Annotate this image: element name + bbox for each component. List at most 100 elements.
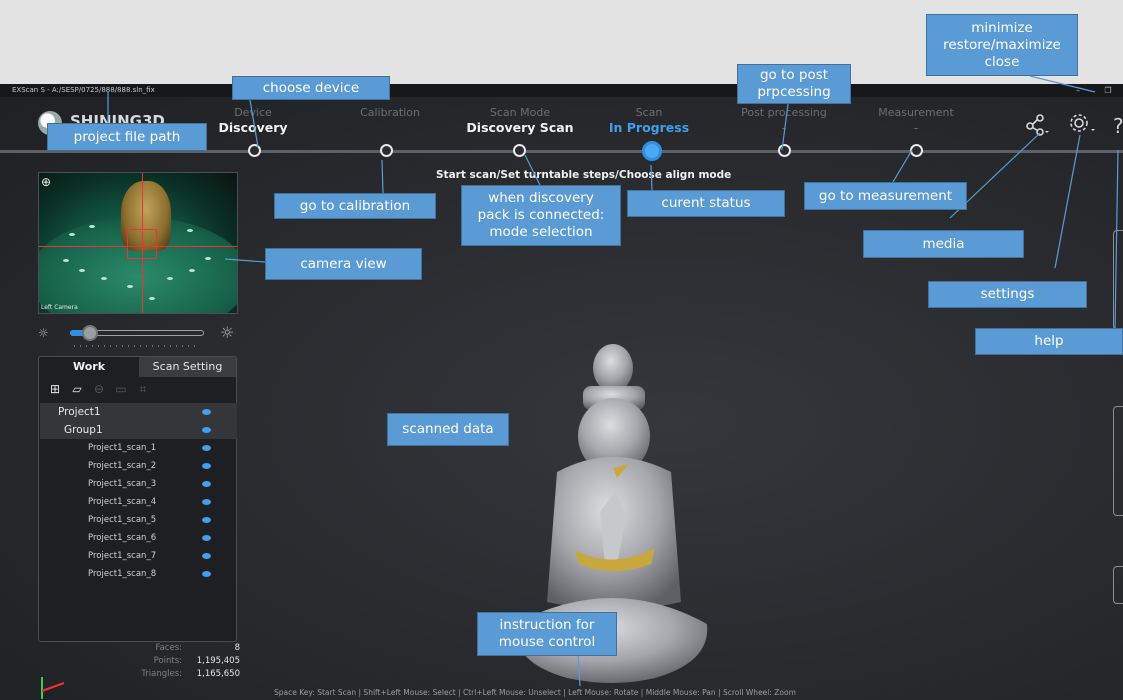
visibility-eye-icon[interactable]: [202, 517, 211, 523]
annotation-scanned-data: scanned data: [387, 413, 509, 446]
tree-row-scan[interactable]: Project1_scan_7: [40, 547, 237, 565]
marker-dot: [189, 269, 195, 272]
step-label: Scan: [635, 106, 663, 119]
visibility-eye-icon[interactable]: [202, 445, 211, 451]
marker-dot: [205, 257, 211, 260]
tree-row-scan[interactable]: Project1_scan_2: [40, 457, 237, 475]
step-calibration[interactable]: Calibration: [350, 106, 430, 120]
scan-label: Project1_scan_6: [88, 533, 157, 543]
visibility-eye-icon[interactable]: [202, 553, 211, 559]
annotation-current-status: curent status: [627, 190, 785, 217]
marker-dot: [79, 269, 85, 272]
merge-icon[interactable]: ⌗: [135, 381, 151, 397]
stat-triangles: Triangles: 1,165,650: [141, 669, 240, 679]
annotation-help: help: [975, 328, 1123, 355]
scan-instruction: Start scan/Set turntable steps/Choose al…: [436, 169, 732, 181]
step-post-processing[interactable]: Post processing -: [734, 106, 834, 135]
zoom-in-icon[interactable]: ⊕: [41, 175, 51, 189]
visibility-eye-icon[interactable]: [202, 535, 211, 541]
step-node-scan[interactable]: [642, 141, 662, 161]
tree-row-scan[interactable]: Project1_scan_6: [40, 529, 237, 547]
step-value: -: [781, 120, 787, 135]
annotation-mouse-control: instruction for mouse control: [477, 612, 617, 656]
marker-dot: [89, 225, 95, 228]
scan-label: Project1_scan_3: [88, 479, 157, 489]
scan-label: Project1_scan_2: [88, 461, 157, 471]
slider-knob[interactable]: [82, 325, 98, 341]
annotation-camera-view: camera view: [265, 248, 422, 280]
tree-project-label: Project1: [58, 406, 101, 418]
project-file-path: EXScan S - A:/SESP/0725/888/888.sln_fix: [12, 86, 155, 94]
scan-label: Project1_scan_1: [88, 443, 157, 453]
step-label: Measurement: [878, 106, 954, 119]
work-panel: Work Scan Setting ⊞ ▱ ⊖ ▭ ⌗ Project1 Gro…: [38, 356, 237, 642]
tab-scan-setting[interactable]: Scan Setting: [139, 357, 236, 377]
step-node-measurement[interactable]: [910, 144, 923, 157]
annotation-project-file-path: project file path: [47, 123, 207, 151]
new-group-icon[interactable]: ⊞: [47, 381, 63, 397]
tree-row-scan[interactable]: Project1_scan_5: [40, 511, 237, 529]
axis-gizmo-icon: [41, 677, 65, 699]
step-node-scan-mode[interactable]: [513, 144, 526, 157]
tree-row-project[interactable]: Project1: [40, 403, 237, 421]
step-scan-mode[interactable]: Scan Mode Discovery Scan: [464, 106, 576, 135]
side-toolbar-button[interactable]: [1113, 566, 1123, 604]
step-node-calibration[interactable]: [380, 144, 393, 157]
tree-row-scan[interactable]: Project1_scan_8: [40, 565, 237, 583]
step-scan[interactable]: Scan In Progress: [604, 106, 694, 135]
step-value: -: [913, 120, 919, 135]
step-device[interactable]: Device Discovery: [218, 106, 288, 135]
scan-label: Project1_scan_4: [88, 497, 157, 507]
annotation-mode-selection: when discovery pack is connected: mode sel…: [461, 185, 621, 246]
visibility-eye-icon[interactable]: [202, 427, 211, 433]
marker-dot: [187, 229, 193, 232]
title-bar: EXScan S - A:/SESP/0725/888/888.sln_fix …: [0, 84, 1123, 97]
tree-row-scan[interactable]: Project1_scan_4: [40, 493, 237, 511]
annotation-go-to-measurement: go to measurement: [804, 182, 967, 210]
slider-ticks: [74, 345, 200, 347]
minimize-button[interactable]: –: [1070, 84, 1086, 97]
marker-dot: [167, 277, 173, 280]
annotation-go-to-calibration: go to calibration: [274, 193, 436, 219]
gear-icon[interactable]: [1068, 112, 1098, 142]
remove-icon[interactable]: ⊖: [91, 381, 107, 397]
marker-dot: [127, 285, 133, 288]
share-icon[interactable]: [1025, 114, 1051, 142]
side-toolbar[interactable]: [1113, 406, 1123, 516]
panel-tabs: Work Scan Setting: [39, 357, 236, 377]
tree-group-label: Group1: [64, 424, 103, 436]
tree-row-scan[interactable]: Project1_scan_1: [40, 439, 237, 457]
stat-points: Points: 1,195,405: [153, 656, 240, 666]
step-value: Discovery Scan: [466, 120, 574, 135]
step-measurement[interactable]: Measurement -: [870, 106, 962, 135]
visibility-eye-icon[interactable]: [202, 571, 211, 577]
step-node-device[interactable]: [248, 144, 261, 157]
help-icon[interactable]: ?: [1113, 114, 1123, 138]
step-node-post-processing[interactable]: [778, 144, 791, 157]
marker-dot: [101, 277, 107, 280]
folder-icon[interactable]: ▭: [113, 381, 129, 397]
open-folder-icon[interactable]: ▱: [69, 381, 85, 397]
step-label: Post processing: [741, 106, 827, 119]
marker-dot: [149, 297, 155, 300]
annotation-window-controls: minimize restore/maximize close: [926, 14, 1078, 76]
side-panel-handle[interactable]: [1113, 230, 1123, 330]
visibility-eye-icon[interactable]: [202, 463, 211, 469]
brightness-slider[interactable]: ☼ ☼: [38, 324, 238, 347]
brightness-low-icon: ☼: [38, 326, 49, 340]
scan-label: Project1_scan_5: [88, 515, 157, 525]
visibility-eye-icon[interactable]: [202, 481, 211, 487]
step-label: Calibration: [360, 106, 420, 119]
scan-label: Project1_scan_7: [88, 551, 157, 561]
visibility-eye-icon[interactable]: [202, 499, 211, 505]
step-value: In Progress: [608, 120, 690, 135]
visibility-eye-icon[interactable]: [202, 409, 211, 415]
tree-row-scan[interactable]: Project1_scan_3: [40, 475, 237, 493]
tree-row-group[interactable]: Group1: [40, 421, 237, 439]
tab-work[interactable]: Work: [39, 357, 139, 377]
step-label: Scan Mode: [489, 106, 551, 119]
annotation-go-to-post-processing: go to post prpcessing: [737, 64, 851, 104]
camera-view: ⊕ Left Camera: [38, 172, 238, 314]
restore-button[interactable]: ❐: [1100, 84, 1116, 97]
scan-label: Project1_scan_8: [88, 569, 157, 579]
